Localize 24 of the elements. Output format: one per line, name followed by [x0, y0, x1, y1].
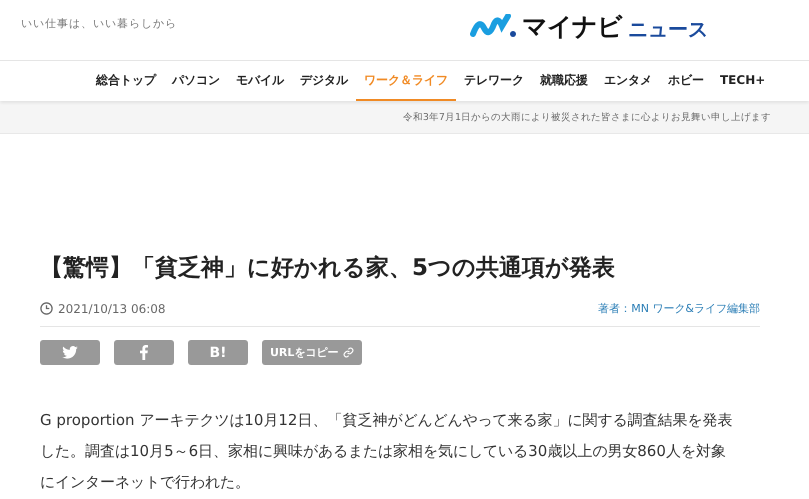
- bird-icon: [62, 346, 78, 359]
- nav-tab[interactable]: テレワーク: [456, 61, 532, 101]
- tagline: いい仕事は、いい暮らしから: [21, 16, 177, 31]
- nav-tab[interactable]: 就職応援: [532, 61, 596, 101]
- wave-logo-icon: [470, 14, 518, 38]
- twitter-share-button[interactable]: [40, 340, 100, 365]
- logo-suffix: ニュース: [628, 16, 708, 42]
- logo-brand: マイナビ: [522, 10, 622, 42]
- nav-tab[interactable]: エンタメ: [596, 61, 660, 101]
- facebook-share-button[interactable]: [114, 340, 174, 365]
- nav-tab[interactable]: デジタル: [292, 61, 356, 101]
- clock-icon: [40, 302, 53, 315]
- article-paragraph: G proportion アーキテクツは10月12日、「貧乏神がどんどんやって来る家」に関する調査結果を発表した。調査は10月5～6日、家相に興味があるまたは家相を気にしている30歳以上の男女860人を対象にインターネットで行われた。: [40, 410, 734, 493]
- nav-tab[interactable]: ホビー: [660, 61, 712, 101]
- article-title: 【驚愕】「貧乏神」に好かれる家、5つの共通項が発表: [40, 254, 616, 283]
- notice-text: 令和3年7月1日からの大雨により被災された皆さまに心よりお見舞い申し上げます: [402, 110, 771, 124]
- f-letter-icon: [140, 345, 148, 360]
- nav-tab[interactable]: 総合トップ: [88, 61, 164, 101]
- nav-tab[interactable]: モバイル: [228, 61, 292, 101]
- publish-date: 2021/10/13 06:08: [58, 302, 166, 316]
- author-link[interactable]: 著者：MN ワーク&ライフ編集部: [598, 301, 760, 316]
- link-icon: [343, 347, 354, 358]
- nav-tab[interactable]: TECH+: [712, 61, 774, 101]
- nav-tab[interactable]: パソコン: [164, 61, 228, 101]
